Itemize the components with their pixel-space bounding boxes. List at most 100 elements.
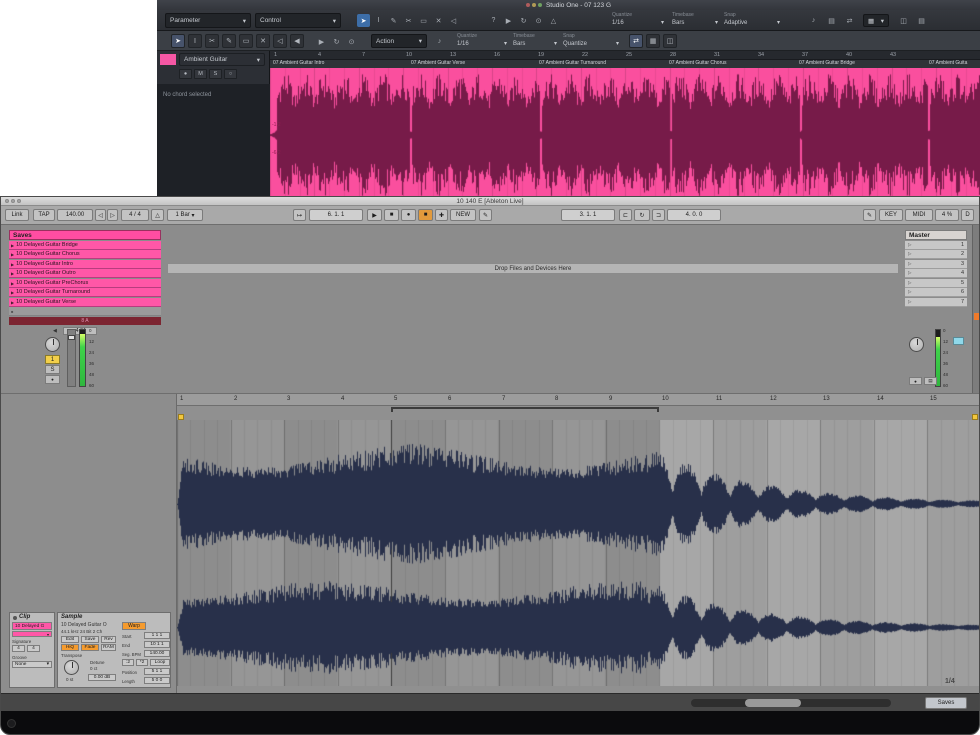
double-tempo-button[interactable]: *2 — [136, 659, 148, 666]
transpose-knob[interactable] — [64, 660, 79, 675]
warp-button[interactable]: Warp — [122, 622, 146, 630]
cue-level-box[interactable] — [953, 337, 964, 345]
studio-one-titlebar[interactable]: Studio One - 07 123 G — [157, 0, 980, 10]
start-field[interactable]: 1 1 1 — [144, 632, 170, 639]
quantization-menu[interactable]: 1 Bar ▾ — [167, 209, 203, 221]
signature-numerator-field[interactable]: 4 — [12, 645, 25, 652]
clip-launch-icon[interactable]: ▶ — [11, 281, 14, 286]
master-track-header[interactable]: Master — [905, 230, 967, 240]
io-arrows-icon[interactable]: ⇄ — [843, 14, 856, 27]
ableton-titlebar[interactable]: 10 140 E [Ableton Live] — [1, 197, 979, 206]
drop-zone[interactable]: Drop Files and Devices Here — [167, 263, 899, 274]
metronome-icon[interactable]: △ — [547, 14, 560, 27]
follow-button[interactable]: ↦ — [293, 209, 306, 221]
action-dropdown[interactable]: Action▾ — [371, 34, 427, 48]
clip-slot[interactable]: ▶10 Delayed Guitar PreChorus — [9, 279, 161, 288]
punch-in-icon[interactable]: ⊏ — [619, 209, 632, 221]
track-activator-button[interactable]: 1 — [45, 355, 60, 364]
scene-launch-icon[interactable]: ▷ — [908, 251, 911, 257]
marker-lane[interactable]: 07 Ambient Guitar Intro 07 Ambient Guita… — [270, 60, 980, 68]
end-field[interactable]: 10 1 1 — [144, 641, 170, 648]
quantize-group[interactable]: Quantize 1/16▾ — [457, 33, 507, 50]
loop-length-field[interactable]: 5 0 0 — [144, 677, 170, 684]
pan-knob[interactable] — [45, 337, 60, 352]
clip-launch-icon[interactable]: ▶ — [11, 243, 14, 248]
range-tool-icon[interactable]: I — [372, 14, 385, 27]
control-dropdown[interactable]: Control▾ — [255, 13, 341, 28]
draw-mode-icon[interactable]: ✎ — [479, 209, 492, 221]
nudge-up-button[interactable]: ▷ — [107, 209, 118, 221]
quantize-group[interactable]: Quantize 1/16▾ — [612, 12, 664, 29]
master-preview-button[interactable]: ● — [909, 377, 922, 385]
parameter-dropdown[interactable]: Parameter▾ — [165, 13, 251, 28]
stop-button[interactable]: ■ — [384, 209, 399, 221]
scene-launch-icon[interactable]: ▷ — [908, 289, 911, 295]
volume-fader-track[interactable] — [67, 329, 76, 387]
clip-slot[interactable]: ▶10 Delayed Guitar Bridge — [9, 241, 161, 250]
nudge-down-button[interactable]: ◁ — [95, 209, 106, 221]
new-button[interactable]: NEW — [450, 209, 476, 221]
loop-icon[interactable]: ↻ — [517, 14, 530, 27]
key-map-button[interactable]: KEY — [879, 209, 903, 221]
zoom-icon[interactable]: ⊙ — [345, 35, 358, 48]
loop-switch-icon[interactable]: ↻ — [634, 209, 650, 221]
maximize-icon[interactable] — [538, 3, 542, 7]
scene-launch-icon[interactable]: ▷ — [908, 280, 911, 286]
track-header[interactable]: Saves — [9, 230, 161, 240]
clip-slot[interactable]: ▶10 Delayed Guitar Outro — [9, 269, 161, 278]
selected-clip-bar[interactable]: 8 A — [9, 317, 161, 325]
loop-length-display[interactable]: 4. 0. 0 — [667, 209, 721, 221]
help-icon[interactable]: ? — [487, 14, 500, 27]
play-button[interactable]: ▶ — [367, 209, 382, 221]
play-icon[interactable]: ▶ — [502, 14, 515, 27]
empty-clip-slot[interactable]: ■ — [9, 307, 161, 316]
editor-window-icon[interactable]: ◫ — [897, 14, 910, 27]
ram-button[interactable]: RAM — [101, 644, 116, 651]
tempo-field[interactable]: 140.00 — [57, 209, 93, 221]
clip-slot[interactable]: ▶10 Delayed Guitar Intro — [9, 260, 161, 269]
reverse-button[interactable]: Rev — [101, 636, 116, 643]
overdub-plus-button[interactable]: ✚ — [435, 209, 448, 221]
track-name-dropdown[interactable]: Ambient Guitar▾ — [179, 53, 265, 66]
tap-tempo-button[interactable]: TAP — [33, 209, 55, 221]
scene-slot[interactable]: ▷2 — [905, 250, 967, 259]
punch-out-icon[interactable]: ⊐ — [652, 209, 665, 221]
close-icon[interactable] — [5, 199, 9, 203]
midi-map-button[interactable]: MIDI — [905, 209, 933, 221]
groove-chooser[interactable]: None▾ — [12, 661, 52, 668]
note-icon[interactable]: ♪ — [807, 14, 820, 27]
scene-launch-icon[interactable]: ▷ — [908, 299, 911, 305]
clip-name-field[interactable]: 10 Delayed G — [12, 622, 52, 630]
snap-group[interactable]: Snap Adaptive▾ — [724, 12, 780, 29]
loop-toggle-button[interactable]: Loop — [150, 659, 170, 666]
view-grid-dropdown[interactable]: ▦▾ — [863, 14, 889, 27]
monitor-button[interactable]: ○ — [224, 69, 237, 79]
clip-gain-field[interactable]: 0.00 dB — [88, 674, 116, 681]
minimize-icon[interactable] — [11, 199, 15, 203]
speaker-icon[interactable]: ◀ — [290, 34, 304, 48]
split-tool-icon[interactable]: ✂ — [205, 34, 219, 48]
keyboard-icon[interactable]: ▤ — [915, 14, 928, 27]
timebase-group[interactable]: Timebase Bars▾ — [513, 33, 557, 50]
arrangement-position-display[interactable]: 6. 1. 1 — [309, 209, 363, 221]
scene-launch-icon[interactable]: ▷ — [908, 242, 911, 248]
snap-group[interactable]: Snap Quantize▾ — [563, 33, 619, 50]
arm-button[interactable]: ● — [45, 375, 60, 384]
solo-button[interactable]: S — [45, 365, 60, 374]
record-arm-button[interactable]: ● — [179, 69, 192, 79]
session-record-button[interactable]: ■ — [418, 209, 433, 221]
autoscroll-icon[interactable]: ⇄ — [629, 34, 643, 48]
snap-window-icon[interactable]: ◫ — [663, 34, 677, 48]
hiq-button[interactable]: HiQ — [61, 644, 79, 651]
beat-time-ruler[interactable]: 1 2 3 4 5 6 7 8 9 10 11 12 13 14 15 — [177, 394, 980, 406]
cursor-tool-icon[interactable]: ➤ — [171, 34, 185, 48]
clip-stop-icon[interactable]: ■ — [11, 309, 13, 314]
clip-slot[interactable]: ▶10 Delayed Guitar Chorus — [9, 250, 161, 259]
audio-waveform-region[interactable]: -1.2 -6.2 — [270, 68, 980, 197]
master-crossfade-button[interactable]: ▤ — [924, 377, 937, 385]
close-icon[interactable] — [526, 3, 530, 7]
clip-slot[interactable]: ▶10 Delayed Guitar Turnaround — [9, 288, 161, 297]
listen-tool-icon[interactable]: ◁ — [447, 14, 460, 27]
edit-button[interactable]: Edit — [61, 636, 79, 643]
eraser-tool-icon[interactable]: ▭ — [417, 14, 430, 27]
